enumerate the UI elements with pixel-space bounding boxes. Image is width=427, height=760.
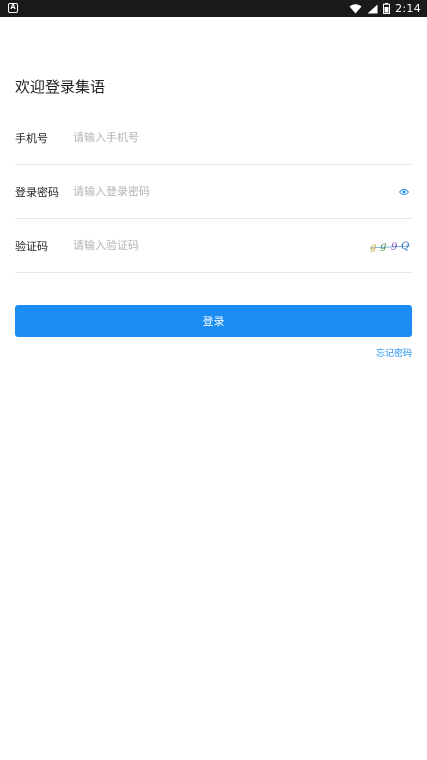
captcha-field-row: 验证码 g g 9 Q xyxy=(15,219,412,273)
battery-icon xyxy=(383,3,391,14)
wifi-icon xyxy=(349,3,362,13)
cellular-icon xyxy=(367,4,378,13)
phone-label: 手机号 xyxy=(15,131,48,145)
svg-text:g: g xyxy=(370,242,376,253)
status-icons: 2:14 xyxy=(349,0,421,17)
captcha-image[interactable]: g g 9 Q xyxy=(368,237,412,255)
svg-text:9: 9 xyxy=(391,242,398,253)
login-button[interactable]: 登录 xyxy=(15,305,412,337)
password-label: 登录密码 xyxy=(15,185,59,199)
phone-input[interactable] xyxy=(73,111,363,164)
svg-text:Q: Q xyxy=(401,241,409,252)
captcha-label: 验证码 xyxy=(15,239,48,253)
eye-icon[interactable] xyxy=(399,188,409,196)
notification-app-icon: A xyxy=(8,3,18,13)
captcha-input[interactable] xyxy=(73,219,363,272)
password-field-row: 登录密码 xyxy=(15,165,412,219)
page-title: 欢迎登录集语 xyxy=(15,78,106,96)
phone-field-row: 手机号 xyxy=(15,111,412,165)
svg-text:g: g xyxy=(380,241,386,252)
status-bar: A 2:14 xyxy=(0,0,427,17)
forgot-password-link[interactable]: 忘记密码 xyxy=(376,346,412,359)
password-input[interactable] xyxy=(73,165,363,218)
status-time: 2:14 xyxy=(395,2,421,15)
